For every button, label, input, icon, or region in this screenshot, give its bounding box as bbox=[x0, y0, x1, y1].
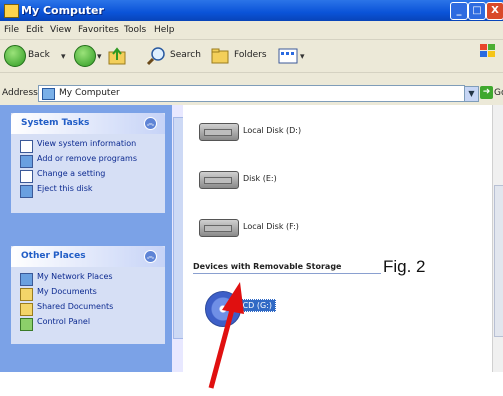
red-arrow-icon bbox=[208, 282, 244, 389]
